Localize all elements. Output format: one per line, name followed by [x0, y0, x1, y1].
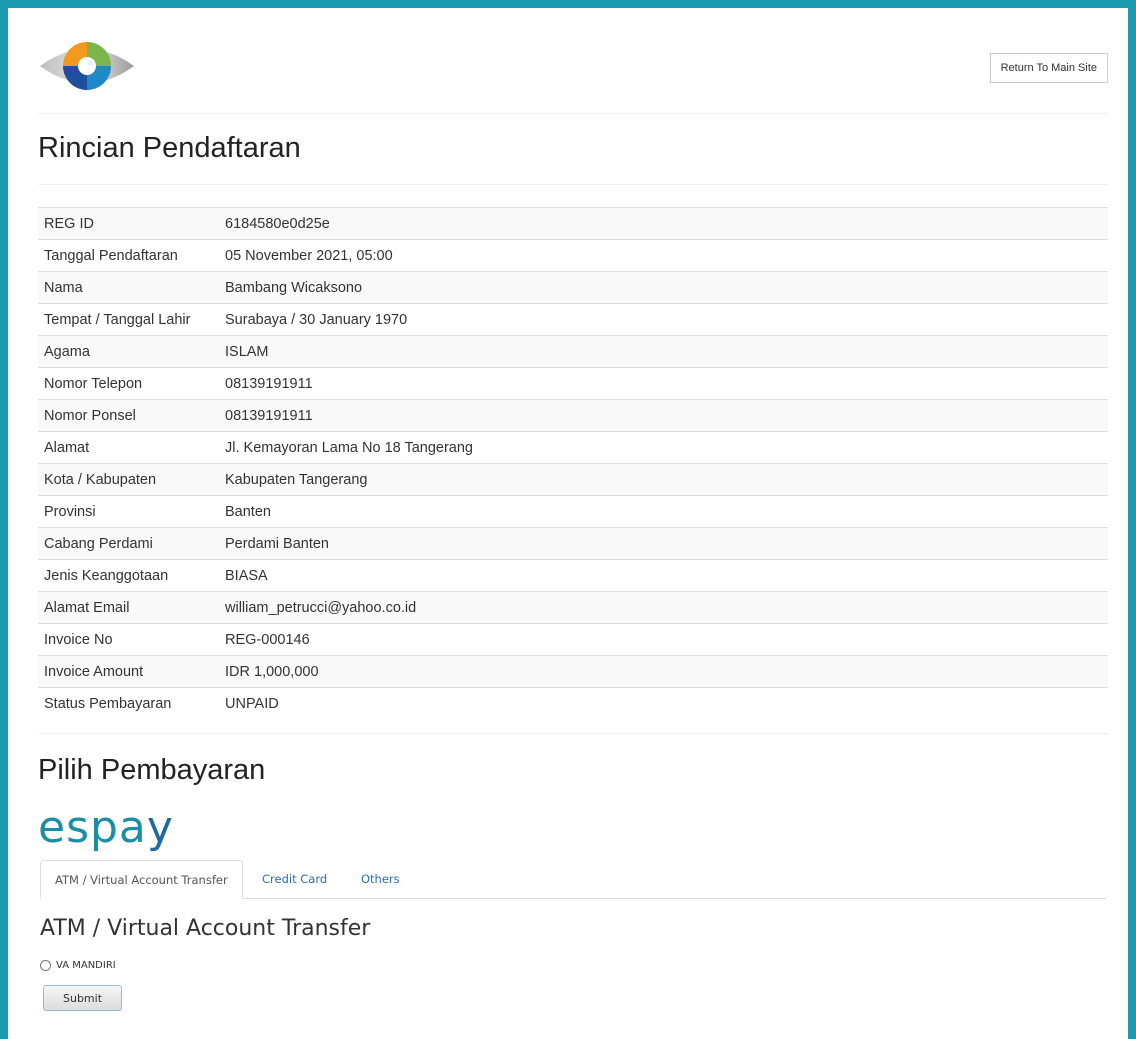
table-row: Status Pembayaran UNPAID [38, 687, 1108, 719]
row-label: Invoice Amount [38, 655, 219, 688]
va-mandiri-radio[interactable] [40, 959, 51, 971]
row-label: Cabang Perdami [38, 527, 219, 560]
row-value: Kabupaten Tangerang [219, 463, 1108, 496]
row-label: REG ID [38, 207, 219, 240]
table-row: Invoice Amount IDR 1,000,000 [38, 655, 1108, 688]
tab-others[interactable]: Others [347, 860, 414, 898]
row-label: Status Pembayaran [38, 687, 219, 719]
table-row: Provinsi Banten [38, 495, 1108, 528]
espay-logo-text: espa [38, 802, 147, 853]
submit-button[interactable]: Submit [43, 985, 122, 1011]
row-value: Surabaya / 30 January 1970 [219, 303, 1108, 336]
row-value: william_petrucci@yahoo.co.id [219, 591, 1108, 624]
active-tab-title: ATM / Virtual Account Transfer [40, 916, 371, 941]
tab-credit-card[interactable]: Credit Card [248, 860, 341, 898]
row-label: Alamat Email [38, 591, 219, 624]
divider [38, 184, 1108, 185]
eye-logo-icon[interactable] [38, 38, 136, 94]
payment-section-title: Pilih Pembayaran [38, 754, 266, 786]
main-container: Return To Main Site Rincian Pendaftaran … [38, 8, 1108, 1011]
row-value: Jl. Kemayoran Lama No 18 Tangerang [219, 431, 1108, 464]
row-value: Bambang Wicaksono [219, 271, 1108, 304]
table-row: REG ID 6184580e0d25e [38, 207, 1108, 240]
header: Return To Main Site [38, 8, 1108, 114]
row-label: Nama [38, 271, 219, 304]
payment-tabs: ATM / Virtual Account Transfer Credit Ca… [40, 860, 1106, 899]
return-to-main-site-button[interactable]: Return To Main Site [989, 53, 1108, 83]
row-value: 05 November 2021, 05:00 [219, 239, 1108, 272]
row-label: Alamat [38, 431, 219, 464]
table-row: Nomor Telepon 08139191911 [38, 367, 1108, 400]
row-value: REG-000146 [219, 623, 1108, 656]
table-row: Alamat Email william_petrucci@yahoo.co.id [38, 591, 1108, 624]
va-mandiri-option[interactable]: VA MANDIRI [40, 957, 116, 973]
row-label: Agama [38, 335, 219, 368]
registration-details-table: REG ID 6184580e0d25e Tanggal Pendaftaran 05… [38, 207, 1108, 719]
row-label: Tanggal Pendaftaran [38, 239, 219, 272]
row-label: Invoice No [38, 623, 219, 656]
tab-atm-virtual-account[interactable]: ATM / Virtual Account Transfer [40, 860, 243, 899]
espay-logo-text-end: y [146, 802, 174, 853]
table-row: Alamat Jl. Kemayoran Lama No 18 Tangerang [38, 431, 1108, 464]
table-row: Jenis Keanggotaan BIASA [38, 559, 1108, 592]
row-label: Kota / Kabupaten [38, 463, 219, 496]
va-mandiri-label: VA MANDIRI [56, 959, 116, 971]
row-value: BIASA [219, 559, 1108, 592]
table-row: Agama ISLAM [38, 335, 1108, 368]
table-row: Kota / Kabupaten Kabupaten Tangerang [38, 463, 1108, 496]
row-label: Nomor Ponsel [38, 399, 219, 432]
row-label: Provinsi [38, 495, 219, 528]
row-value: 08139191911 [219, 367, 1108, 400]
divider [38, 733, 1108, 734]
table-row: Nama Bambang Wicaksono [38, 271, 1108, 304]
row-value: UNPAID [219, 687, 1108, 719]
table-row: Tanggal Pendaftaran 05 November 2021, 05:… [38, 239, 1108, 272]
row-label: Jenis Keanggotaan [38, 559, 219, 592]
row-value: ISLAM [219, 335, 1108, 368]
row-label: Nomor Telepon [38, 367, 219, 400]
espay-logo: espay [38, 803, 174, 853]
table-row: Tempat / Tanggal Lahir Surabaya / 30 Janu… [38, 303, 1108, 336]
table-row: Cabang Perdami Perdami Banten [38, 527, 1108, 560]
row-label: Tempat / Tanggal Lahir [38, 303, 219, 336]
row-value: Perdami Banten [219, 527, 1108, 560]
table-row: Nomor Ponsel 08139191911 [38, 399, 1108, 432]
row-value: 08139191911 [219, 399, 1108, 432]
row-value: 6184580e0d25e [219, 207, 1108, 240]
row-value: IDR 1,000,000 [219, 655, 1108, 688]
row-value: Banten [219, 495, 1108, 528]
page-title: Rincian Pendaftaran [38, 132, 301, 164]
table-row: Invoice No REG-000146 [38, 623, 1108, 656]
